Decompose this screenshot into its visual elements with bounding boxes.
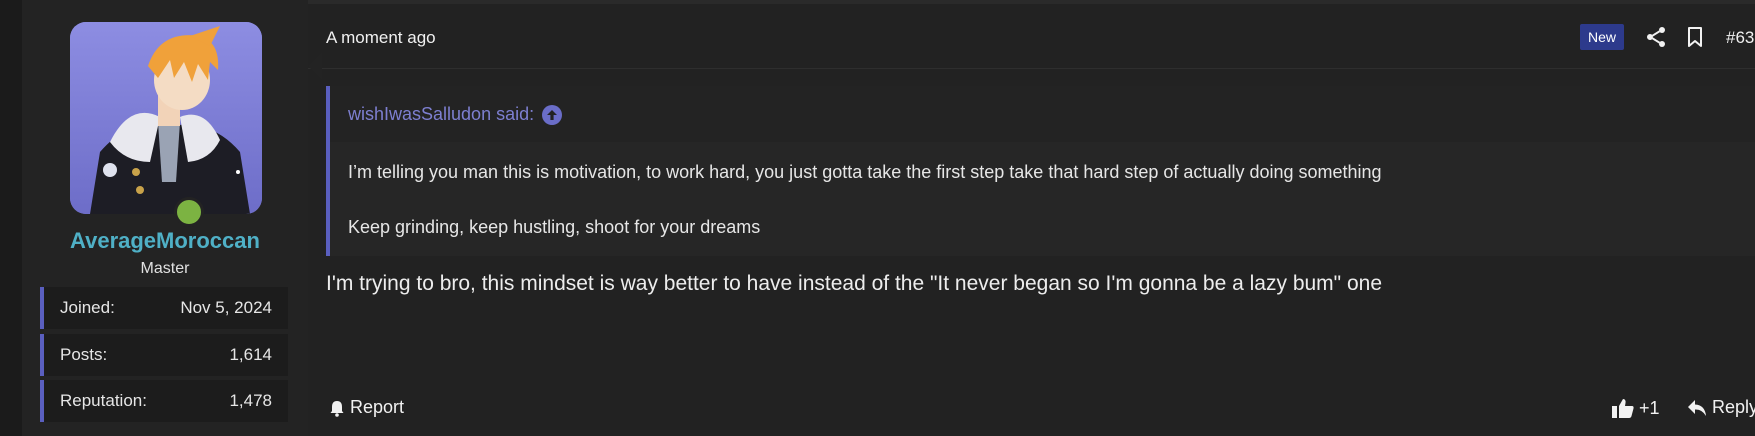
post-content-panel: A moment ago New #63 wishIwasSalludon sa… [308, 0, 1755, 436]
callout-arrow [308, 52, 322, 80]
post-body-text: I'm trying to bro, this mindset is way b… [326, 272, 1382, 295]
like-button[interactable]: +1 [1611, 397, 1660, 419]
quote-author-label: wishIwasSalludon said: [348, 104, 535, 124]
username-link[interactable]: AverageMoroccan [22, 228, 308, 254]
reply-arrow-icon [1688, 399, 1706, 416]
user-title: Master [140, 260, 190, 277]
like-count: +1 [1639, 397, 1660, 418]
stat-value: Nov 5, 2024 [180, 298, 272, 317]
reply-label: Reply [1712, 397, 1755, 417]
report-label: Report [350, 397, 405, 417]
avatar[interactable] [70, 22, 262, 214]
post-timestamp[interactable]: A moment ago [326, 28, 436, 48]
post-header: A moment ago New #63 [308, 4, 1755, 69]
quote-block: wishIwasSalludon said: I’m telling you m… [326, 86, 1755, 256]
share-icon[interactable] [1644, 25, 1668, 49]
bell-icon [330, 400, 344, 417]
bookmark-icon[interactable] [1683, 25, 1707, 49]
stat-value: 1,478 [229, 391, 272, 410]
quote-author-link[interactable]: wishIwasSalludon said: [348, 104, 563, 125]
avatar-image [70, 22, 262, 214]
quote-text-line: I’m telling you man this is motivation, … [348, 162, 1382, 182]
new-badge: New [1580, 24, 1625, 50]
quote-text-line: Keep grinding, keep hustling, shoot for … [348, 217, 761, 237]
user-info-panel: AverageMoroccan Master Joined: Nov 5, 20… [22, 0, 309, 436]
quote-header: wishIwasSalludon said: [330, 86, 1755, 142]
online-status-indicator [174, 197, 204, 227]
thumbs-up-icon [1612, 399, 1634, 418]
stat-joined: Joined: Nov 5, 2024 [40, 287, 288, 329]
stat-label: Joined: [60, 298, 115, 317]
post-number-link[interactable]: #63 [1726, 28, 1754, 48]
stat-label: Reputation: [60, 391, 147, 410]
arrow-up-icon[interactable] [542, 104, 563, 125]
reply-button[interactable]: Reply [1686, 397, 1755, 418]
stat-value: 1,614 [229, 345, 272, 364]
stat-label: Posts: [60, 345, 108, 364]
forum-post: AverageMoroccan Master Joined: Nov 5, 20… [0, 0, 1755, 436]
stat-posts: Posts: 1,614 [40, 334, 288, 376]
stat-reputation: Reputation: 1,478 [40, 380, 288, 422]
report-button[interactable]: Report [328, 397, 404, 418]
